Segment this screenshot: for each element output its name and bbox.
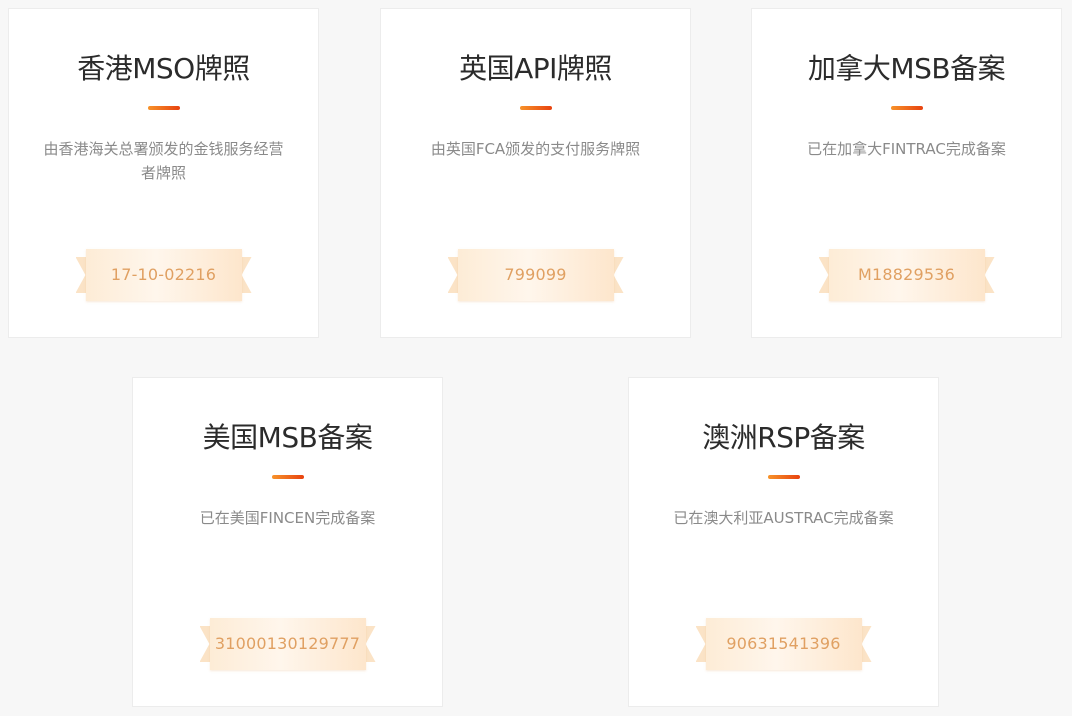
title-accent-bar [519, 106, 552, 110]
license-number: 17-10-02216 [110, 265, 217, 284]
license-description: 已在美国FINCEN完成备案 [199, 509, 376, 527]
title-accent-bar [271, 475, 304, 479]
license-description: 由香港海关总署颁发的金钱服务经营者牌照 [43, 140, 284, 182]
license-number: 799099 [504, 265, 567, 284]
license-number: 90631541396 [726, 634, 841, 653]
license-number: 31000130129777 [214, 634, 361, 653]
license-card-au-rsp: 澳洲RSP备案 已在澳大利亚AUSTRAC完成备案 90631541396 [628, 377, 939, 707]
license-title: 英国API牌照 [459, 52, 612, 85]
license-grid: 香港MSO牌照 由香港海关总署颁发的金钱服务经营者牌照 17-10-02216 … [0, 0, 1072, 716]
license-description: 已在澳大利亚AUSTRAC完成备案 [673, 509, 894, 527]
title-accent-bar [147, 106, 180, 110]
license-card-hk-mso: 香港MSO牌照 由香港海关总署颁发的金钱服务经营者牌照 17-10-02216 [8, 8, 319, 338]
license-number-ribbon: 799099 [447, 249, 624, 301]
license-title: 美国MSB备案 [202, 421, 373, 454]
license-number: M18829536 [857, 265, 956, 284]
title-accent-bar [767, 475, 800, 479]
license-number-ribbon: M18829536 [818, 249, 995, 301]
license-number-ribbon: 90631541396 [695, 618, 872, 670]
license-title: 加拿大MSB备案 [807, 52, 1006, 85]
license-number-ribbon: 31000130129777 [199, 618, 376, 670]
license-title: 香港MSO牌照 [77, 52, 250, 85]
license-card-uk-api: 英国API牌照 由英国FCA颁发的支付服务牌照 799099 [380, 8, 691, 338]
license-title: 澳洲RSP备案 [702, 421, 865, 454]
license-card-ca-msb: 加拿大MSB备案 已在加拿大FINTRAC完成备案 M18829536 [751, 8, 1062, 338]
license-description: 由英国FCA颁发的支付服务牌照 [430, 140, 641, 158]
title-accent-bar [890, 106, 923, 110]
license-card-us-msb: 美国MSB备案 已在美国FINCEN完成备案 31000130129777 [132, 377, 443, 707]
license-description: 已在加拿大FINTRAC完成备案 [807, 140, 1006, 158]
license-number-ribbon: 17-10-02216 [75, 249, 252, 301]
